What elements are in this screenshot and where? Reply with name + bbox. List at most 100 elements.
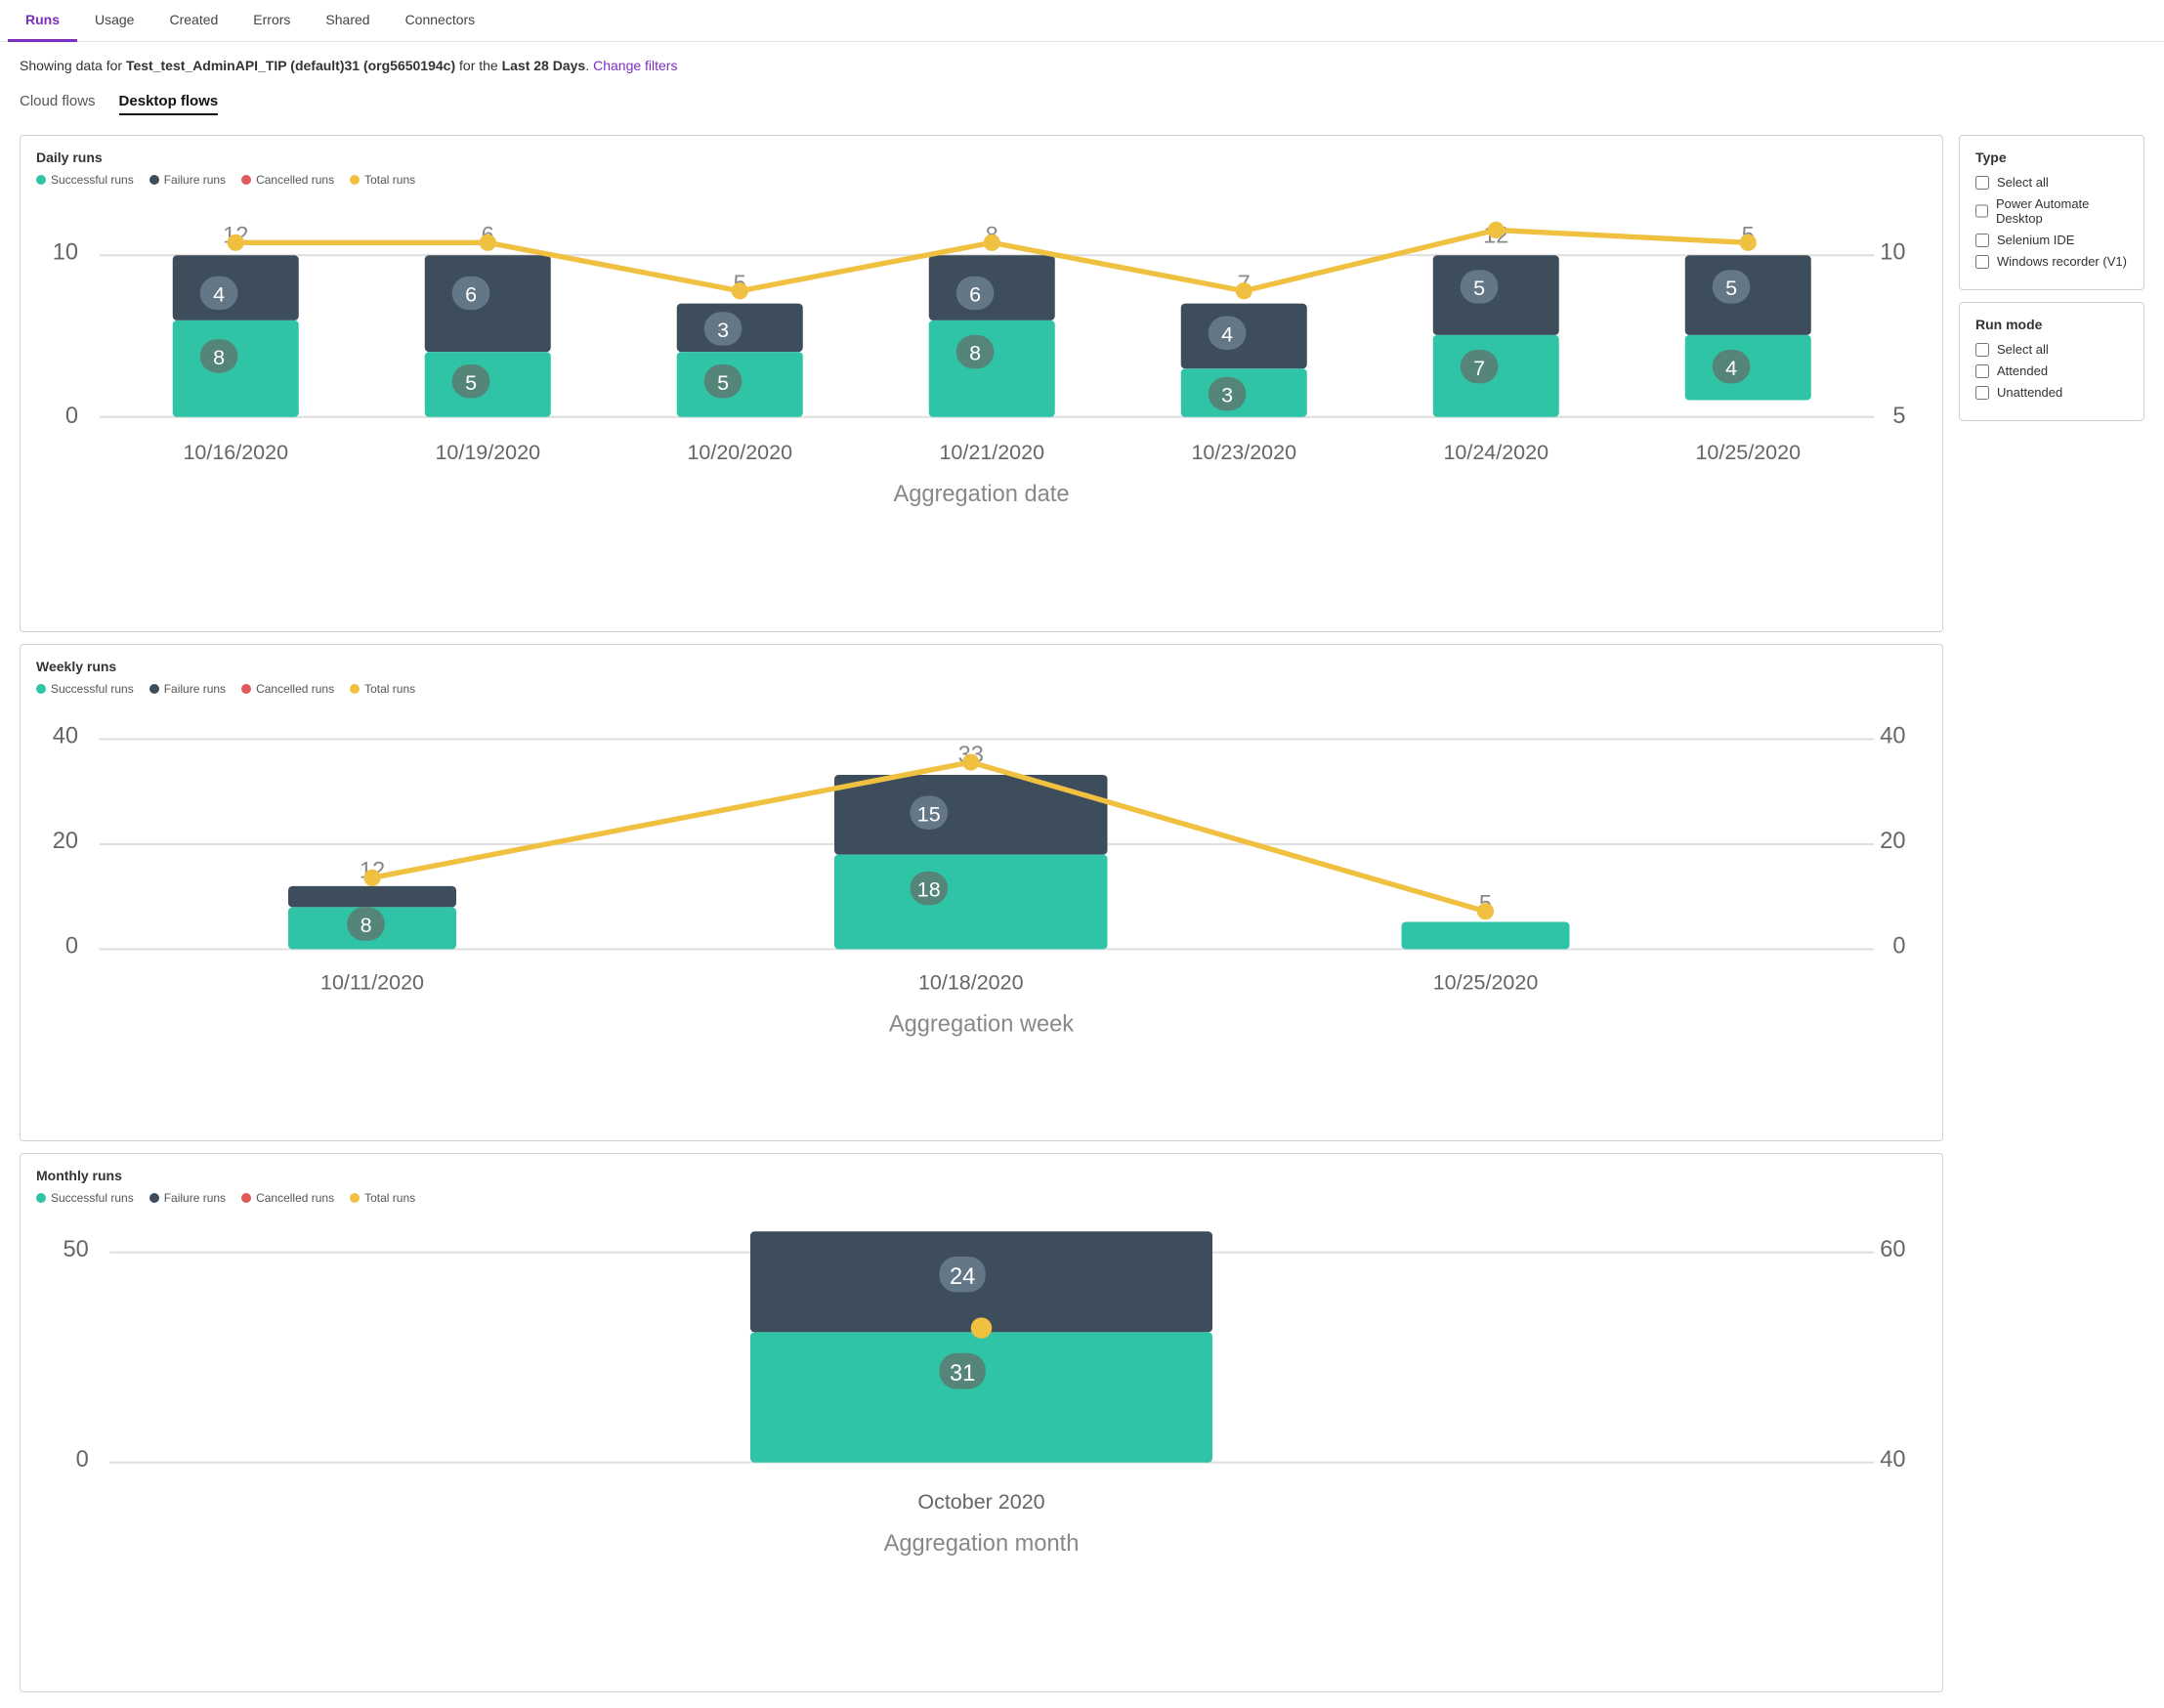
type-card: Type Select all Power Automate Desktop S… <box>1959 135 2144 290</box>
svg-text:3: 3 <box>717 319 729 342</box>
period: Last 28 Days <box>502 58 586 73</box>
daily-runs-title: Daily runs <box>36 149 1927 165</box>
type-windows-recorder-checkbox[interactable] <box>1975 255 1989 269</box>
weekly-total-dot <box>350 684 360 694</box>
svg-text:31: 31 <box>950 1361 975 1387</box>
weekly-chart-svg: 40 20 0 40 20 0 <box>36 705 1927 1126</box>
type-select-all[interactable]: Select all <box>1975 175 2128 190</box>
tab-created[interactable]: Created <box>151 0 235 42</box>
legend-cancelled-label: Cancelled runs <box>256 173 334 187</box>
weekly-legend-failure: Failure runs <box>149 682 226 696</box>
weekly-legend-total: Total runs <box>350 682 415 696</box>
monthly-legend-successful: Successful runs <box>36 1191 134 1205</box>
svg-text:October 2020: October 2020 <box>917 1490 1044 1514</box>
run-mode-card: Run mode Select all Attended Unattended <box>1959 302 2144 421</box>
run-mode-select-all[interactable]: Select all <box>1975 342 2128 357</box>
run-mode-attended-label: Attended <box>1997 363 2048 378</box>
monthly-successful-dot <box>36 1193 46 1203</box>
monthly-runs-title: Monthly runs <box>36 1168 1927 1183</box>
weekly-legend-successful: Successful runs <box>36 682 134 696</box>
sub-tab-cloud[interactable]: Cloud flows <box>20 93 96 115</box>
svg-text:Aggregation week: Aggregation week <box>889 1011 1074 1037</box>
svg-text:8: 8 <box>361 914 372 937</box>
daily-chart-area: 10 0 10 5 <box>36 196 1927 619</box>
monthly-legend: Successful runs Failure runs Cancelled r… <box>36 1191 1927 1205</box>
type-power-automate[interactable]: Power Automate Desktop <box>1975 196 2128 226</box>
monthly-legend-successful-label: Successful runs <box>51 1191 134 1205</box>
svg-text:5: 5 <box>1725 277 1737 300</box>
type-selenium-label: Selenium IDE <box>1997 233 2074 247</box>
type-selenium[interactable]: Selenium IDE <box>1975 233 2128 247</box>
svg-text:50: 50 <box>63 1237 88 1262</box>
type-title: Type <box>1975 149 2128 165</box>
monthly-chart-area: 50 0 60 40 24 <box>36 1215 1927 1680</box>
tab-connectors[interactable]: Connectors <box>388 0 493 42</box>
svg-text:4: 4 <box>1725 357 1737 380</box>
svg-text:5: 5 <box>465 371 477 395</box>
svg-text:24: 24 <box>950 1264 975 1290</box>
tab-usage[interactable]: Usage <box>77 0 151 42</box>
weekly-runs-title: Weekly runs <box>36 659 1927 674</box>
daily-runs-card: Daily runs Successful runs Failure runs … <box>20 135 1943 632</box>
tab-shared[interactable]: Shared <box>308 0 387 42</box>
legend-failure-label: Failure runs <box>164 173 226 187</box>
monthly-chart-svg: 50 0 60 40 24 <box>36 1215 1927 1677</box>
bar-success <box>929 320 1055 417</box>
tab-errors[interactable]: Errors <box>235 0 308 42</box>
svg-text:10/16/2020: 10/16/2020 <box>183 441 288 464</box>
svg-text:10/25/2020: 10/25/2020 <box>1433 970 1539 994</box>
daily-chart-svg: 10 0 10 5 <box>36 196 1927 617</box>
svg-text:0: 0 <box>1892 934 1905 960</box>
run-mode-attended-checkbox[interactable] <box>1975 364 1989 378</box>
svg-text:3: 3 <box>1221 384 1233 407</box>
sub-tab-desktop[interactable]: Desktop flows <box>119 93 219 115</box>
monthly-cancelled-dot <box>241 1193 251 1203</box>
legend-successful-label: Successful runs <box>51 173 134 187</box>
info-prefix: Showing data for <box>20 58 126 73</box>
svg-text:40: 40 <box>1880 1447 1905 1473</box>
type-select-all-label: Select all <box>1997 175 2049 190</box>
svg-text:4: 4 <box>213 283 225 307</box>
svg-text:20: 20 <box>53 829 78 854</box>
svg-text:6: 6 <box>969 283 981 307</box>
env-name: Test_test_AdminAPI_TIP (default)31 (org5… <box>126 58 455 73</box>
run-mode-unattended[interactable]: Unattended <box>1975 385 2128 400</box>
svg-text:0: 0 <box>76 1447 89 1473</box>
type-power-automate-label: Power Automate Desktop <box>1996 196 2128 226</box>
legend-failure: Failure runs <box>149 173 226 187</box>
weekly-legend: Successful runs Failure runs Cancelled r… <box>36 682 1927 696</box>
svg-text:10/19/2020: 10/19/2020 <box>435 441 540 464</box>
sub-tabs: Cloud flows Desktop flows <box>20 93 2144 115</box>
run-mode-select-all-label: Select all <box>1997 342 2049 357</box>
weekly-legend-cancelled: Cancelled runs <box>241 682 334 696</box>
change-filters-link[interactable]: Change filters <box>593 58 677 73</box>
svg-text:4: 4 <box>1221 322 1233 346</box>
svg-text:60: 60 <box>1880 1237 1905 1262</box>
type-windows-recorder-label: Windows recorder (V1) <box>1997 254 2127 269</box>
nav-tabs: Runs Usage Created Errors Shared Connect… <box>0 0 2164 42</box>
svg-text:10: 10 <box>53 240 78 266</box>
svg-text:40: 40 <box>1880 724 1905 749</box>
type-select-all-checkbox[interactable] <box>1975 176 1989 190</box>
run-mode-unattended-checkbox[interactable] <box>1975 386 1989 400</box>
run-mode-select-all-checkbox[interactable] <box>1975 343 1989 357</box>
type-power-automate-checkbox[interactable] <box>1975 204 1988 218</box>
successful-dot <box>36 175 46 185</box>
info-mid: for the <box>455 58 501 73</box>
tab-runs[interactable]: Runs <box>8 0 77 42</box>
svg-text:10/25/2020: 10/25/2020 <box>1695 441 1801 464</box>
weekly-failure-dot <box>149 684 159 694</box>
svg-text:0: 0 <box>65 934 78 960</box>
svg-text:5: 5 <box>1473 277 1485 300</box>
type-windows-recorder[interactable]: Windows recorder (V1) <box>1975 254 2128 269</box>
weekly-chart-area: 40 20 0 40 20 0 <box>36 705 1927 1129</box>
svg-text:Aggregation date: Aggregation date <box>893 482 1069 507</box>
bar-success <box>173 320 299 417</box>
type-selenium-checkbox[interactable] <box>1975 234 1989 247</box>
monthly-legend-total: Total runs <box>350 1191 415 1205</box>
svg-text:10/23/2020: 10/23/2020 <box>1191 441 1296 464</box>
svg-text:10/11/2020: 10/11/2020 <box>320 970 424 994</box>
main-content: Showing data for Test_test_AdminAPI_TIP … <box>0 42 2164 1708</box>
svg-text:10/20/2020: 10/20/2020 <box>687 441 792 464</box>
run-mode-attended[interactable]: Attended <box>1975 363 2128 378</box>
